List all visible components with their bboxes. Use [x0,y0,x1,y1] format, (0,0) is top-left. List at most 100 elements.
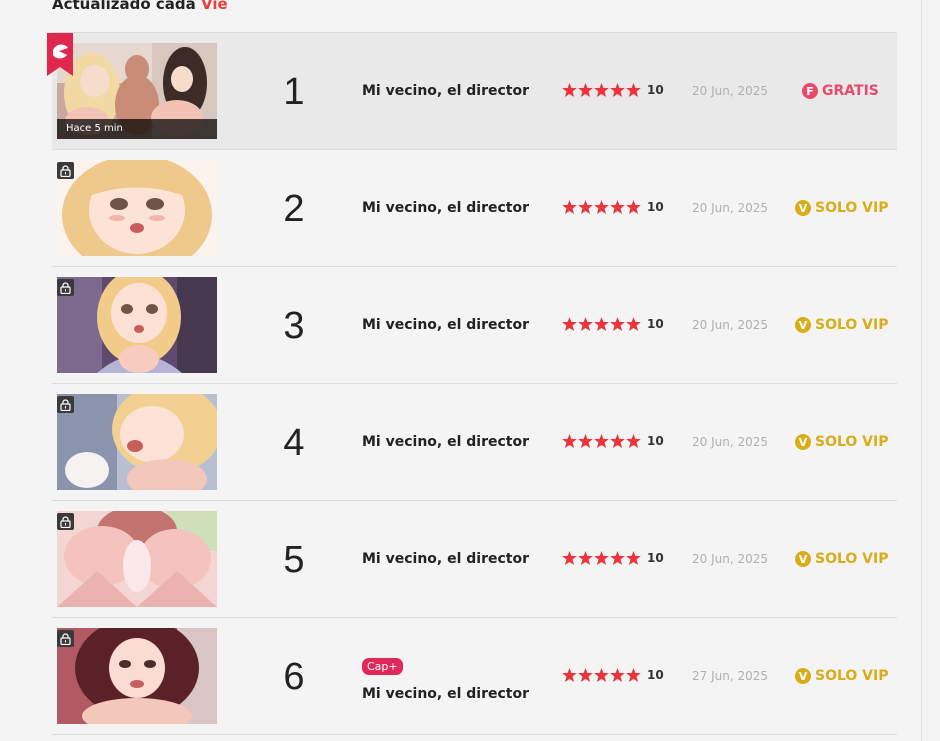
chapter-title[interactable]: Mi vecino, el director [362,551,529,567]
star-icon [594,200,609,214]
rank-number: 1 [283,71,305,113]
star-icon [610,434,625,448]
chapter-thumbnail[interactable] [57,628,217,724]
star-icon [578,668,593,682]
star-icon [610,83,625,97]
rating-stars: 10 [562,551,664,565]
rank-number: 4 [283,422,305,464]
status-label: GRATIS [822,83,879,99]
star-icon [594,434,609,448]
rating-stars: 10 [562,200,664,214]
release-date: 20 Jun, 2025 [692,435,769,449]
release-date: 20 Jun, 2025 [692,201,769,215]
chapter-thumbnail[interactable] [57,511,217,607]
vip-status-badge: V SOLO VIP [795,200,889,216]
star-icon [626,668,641,682]
star-icon [562,434,577,448]
lock-icon [57,162,74,179]
rating-stars: 10 [562,83,664,97]
star-icon [626,200,641,214]
thumbnail-image [57,277,217,373]
vip-status-badge: V SOLO VIP [795,668,889,684]
rating-stars: 10 [562,434,664,448]
star-icon [610,668,625,682]
rating-score: 10 [647,83,664,97]
chapter-thumbnail[interactable] [57,160,217,256]
status-label: SOLO VIP [815,434,889,450]
status-label: SOLO VIP [815,551,889,567]
release-date: 20 Jun, 2025 [692,552,769,566]
vip-status-badge: V SOLO VIP [795,434,889,450]
update-schedule-heading: Actualizado cada Vie [52,0,228,13]
status-label: SOLO VIP [815,668,889,684]
free-status-badge: F GRATIS [802,83,879,99]
sidebar-area [922,0,940,741]
star-icon [578,551,593,565]
release-date: 20 Jun, 2025 [692,84,769,98]
star-icon [562,551,577,565]
vip-icon: V [795,200,811,216]
update-schedule-day: Vie [200,0,228,13]
vip-icon: V [795,668,811,684]
star-icon [594,83,609,97]
hot-flag-icon [47,33,73,76]
release-date: 27 Jun, 2025 [692,669,769,683]
thumbnail-image [57,394,217,490]
chapter-row[interactable]: 3 Mi vecino, el director 10 20 Jun, 2025… [52,266,897,383]
thumbnail-image [57,160,217,256]
lock-icon [57,630,74,647]
update-schedule-prefix: Actualizado cada [52,0,196,13]
lock-icon [57,513,74,530]
rating-score: 10 [647,434,664,448]
star-icon [610,200,625,214]
rating-stars: 10 [562,668,664,682]
chapter-row[interactable]: 2 Mi vecino, el director 10 20 Jun, 2025… [52,149,897,266]
star-icon [562,83,577,97]
chapter-row[interactable]: 4 Mi vecino, el director 10 20 Jun, 2025… [52,383,897,500]
star-icon [594,317,609,331]
star-icon [626,434,641,448]
chapter-title[interactable]: Mi vecino, el director [362,686,529,702]
rank-number: 3 [283,305,305,347]
vip-status-badge: V SOLO VIP [795,551,889,567]
chapter-title[interactable]: Mi vecino, el director [362,317,529,333]
star-icon [594,668,609,682]
rating-score: 10 [647,551,664,565]
chapter-thumbnail[interactable] [57,277,217,373]
status-label: SOLO VIP [815,317,889,333]
star-icon [562,317,577,331]
free-icon: F [802,83,818,99]
rating-score: 10 [647,668,664,682]
rank-number: 6 [283,656,305,698]
chapter-title[interactable]: Mi vecino, el director [362,83,529,99]
lock-icon [57,396,74,413]
time-ago-label: Hace 5 min [57,119,217,139]
release-date: 20 Jun, 2025 [692,318,769,332]
chapter-row[interactable]: Hace 5 min 1 Mi vecino, el director 10 2… [47,32,897,149]
thumbnail-image [57,628,217,724]
vip-icon: V [795,317,811,333]
star-icon [578,83,593,97]
chapter-row[interactable]: 5 Mi vecino, el director 10 20 Jun, 2025… [52,500,897,617]
star-icon [626,83,641,97]
rating-score: 10 [647,200,664,214]
star-icon [562,668,577,682]
star-icon [610,317,625,331]
chapter-thumbnail[interactable]: Hace 5 min [57,43,217,139]
star-icon [578,317,593,331]
rating-stars: 10 [562,317,664,331]
chapter-list: Hace 5 min 1 Mi vecino, el director 10 2… [47,32,897,735]
chapter-row[interactable]: 6 Cap+ Mi vecino, el director 10 27 Jun,… [52,617,897,735]
vip-icon: V [795,434,811,450]
star-icon [578,200,593,214]
lock-icon [57,279,74,296]
star-icon [610,551,625,565]
new-chapter-badge: Cap+ [362,658,403,675]
vip-status-badge: V SOLO VIP [795,317,889,333]
star-icon [626,317,641,331]
chapter-title[interactable]: Mi vecino, el director [362,200,529,216]
chapter-thumbnail[interactable] [57,394,217,490]
star-icon [578,434,593,448]
status-label: SOLO VIP [815,200,889,216]
chapter-title[interactable]: Mi vecino, el director [362,434,529,450]
